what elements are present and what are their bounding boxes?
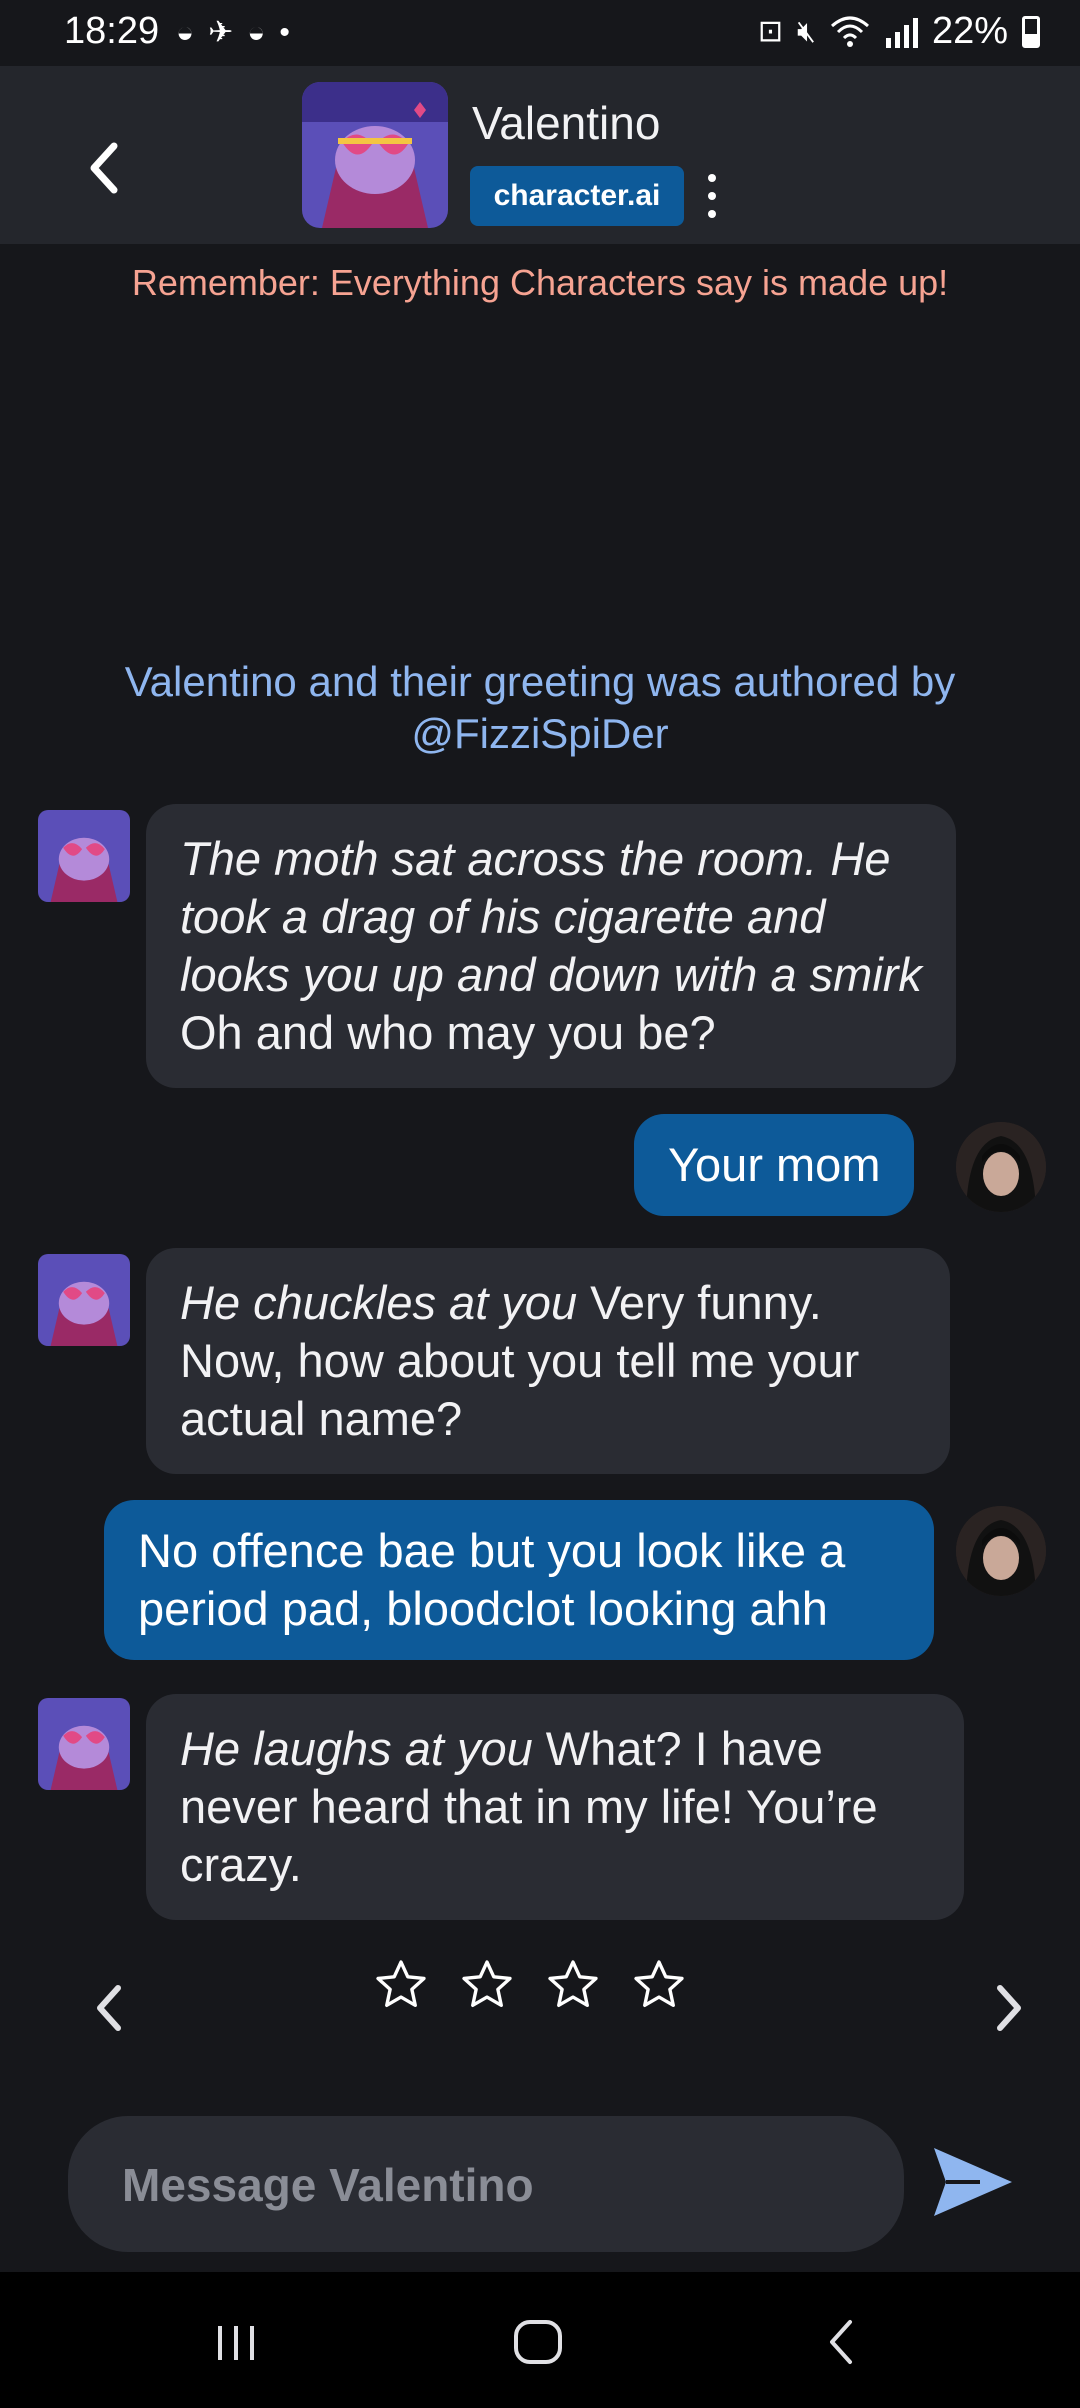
wifi-icon [830, 16, 869, 47]
home-icon[interactable] [508, 2312, 568, 2372]
status-bar: 18:29 ◒ ✈ ◒ • ⊡ 🔇︎ 22% [0, 0, 1080, 66]
message-composer [68, 2116, 904, 2254]
character-avatar-small[interactable] [38, 810, 130, 902]
system-navigation-bar [0, 2272, 1080, 2408]
message-action: He laughs at you [180, 1722, 533, 1775]
message-action: The moth sat across the room. He took a … [180, 832, 922, 1001]
discord-icon: ◒ [176, 16, 195, 49]
user-message[interactable]: Your mom [634, 1114, 915, 1216]
back-nav-icon[interactable] [812, 2312, 872, 2372]
more-options-icon[interactable] [702, 174, 722, 218]
lock-icon: ⊡ [757, 14, 784, 48]
user-avatar[interactable] [956, 1122, 1046, 1212]
message-text: No offence bae but you look like a perio… [138, 1524, 846, 1635]
next-response-button[interactable] [990, 1978, 1030, 2038]
signal-icon [885, 17, 918, 48]
back-button[interactable] [80, 138, 130, 198]
message-input[interactable] [120, 2116, 864, 2254]
character-avatar[interactable] [302, 82, 448, 228]
character-avatar-small[interactable] [38, 1254, 130, 1346]
message-text: Oh and who may you be? [180, 1006, 716, 1059]
author-credit[interactable]: Valentino and their greeting was authore… [80, 656, 1000, 760]
message-text: Your mom [668, 1138, 881, 1191]
character-name: Valentino [472, 97, 661, 149]
star-icon[interactable] [630, 1956, 688, 2014]
character-avatar-small[interactable] [38, 1698, 130, 1790]
user-avatar[interactable] [956, 1506, 1046, 1596]
status-right: ⊡ 🔇︎ 22% [758, 10, 1040, 53]
rating-stars [372, 1956, 688, 2014]
bot-message[interactable]: He chuckles at you Very funny. Now, how … [146, 1248, 950, 1474]
message-action: He chuckles at you [180, 1276, 578, 1329]
disclaimer-text: Remember: Everything Characters say is m… [131, 262, 949, 303]
star-icon[interactable] [544, 1956, 602, 2014]
user-message[interactable]: No offence bae but you look like a perio… [104, 1500, 934, 1660]
notification-icons: ◒ ✈ ◒ • [176, 16, 290, 50]
battery-icon [1022, 15, 1040, 48]
send-icon[interactable] [930, 2142, 1016, 2222]
battery-percent: 22% [931, 10, 1008, 52]
brand-badge: character.ai [470, 166, 684, 226]
mute-icon: 🔇︎ [797, 14, 816, 48]
discord-icon: ◒ [247, 16, 266, 49]
star-icon[interactable] [372, 1956, 430, 2014]
dot-icon: • [279, 16, 290, 49]
chat-header: Valentino character.ai [0, 66, 1080, 244]
star-icon[interactable] [458, 1956, 516, 2014]
bot-message[interactable]: The moth sat across the room. He took a … [146, 804, 956, 1088]
previous-response-button[interactable] [88, 1978, 128, 2038]
bot-message[interactable]: He laughs at you What? I have never hear… [146, 1694, 964, 1920]
recent-apps-icon[interactable] [206, 2312, 266, 2372]
rocket-icon: ✈ [208, 16, 234, 49]
status-time: 18:29 [64, 10, 160, 52]
